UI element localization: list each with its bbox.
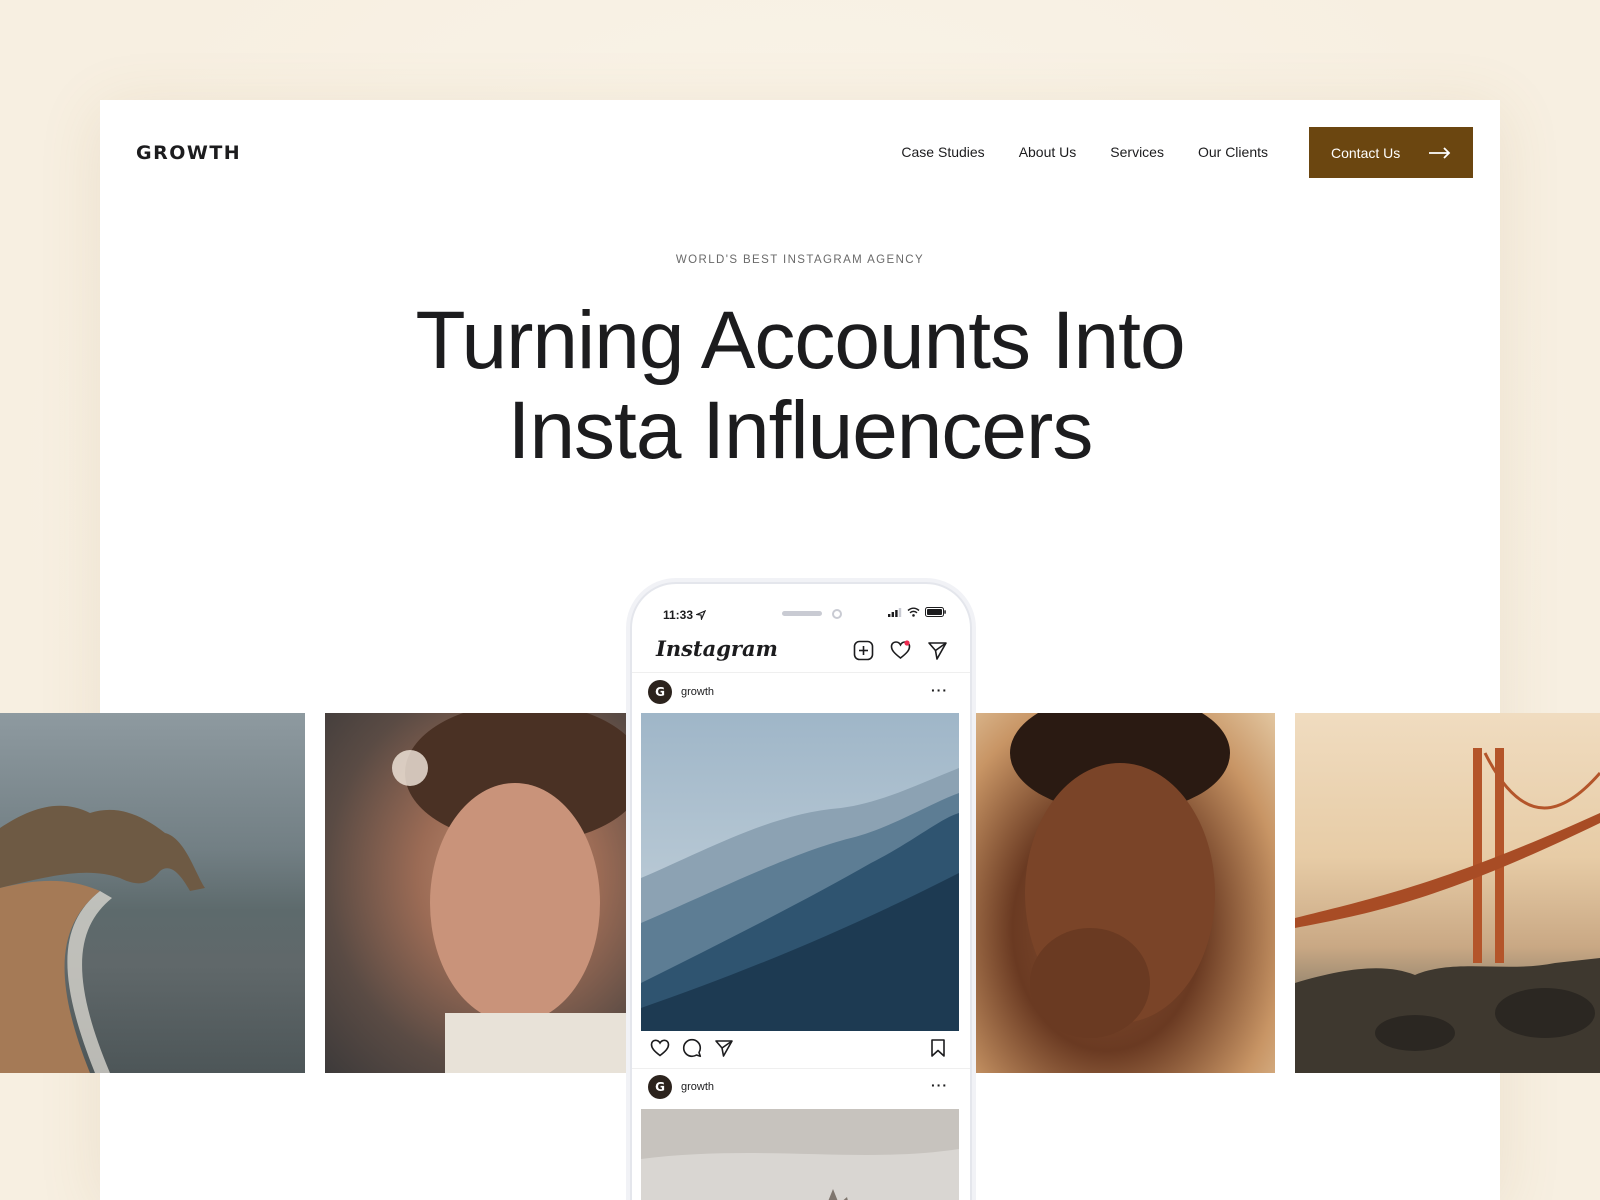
avatar[interactable]: G: [648, 680, 672, 704]
signal-icon: [888, 607, 902, 617]
post-username[interactable]: growth: [681, 686, 714, 698]
camera-dot: [832, 609, 842, 619]
golden-gate-bridge-photo: [1295, 713, 1600, 1073]
arrow-right-icon: [1429, 146, 1451, 159]
nav-about-us[interactable]: About Us: [1019, 144, 1077, 160]
woman-portrait: [970, 713, 1275, 1073]
instagram-logo[interactable]: Instagram: [656, 636, 778, 661]
headline-line-2: Insta Influencers: [507, 385, 1094, 476]
like-heart-icon[interactable]: [650, 1038, 670, 1058]
phone-mockup: 11:33 Instagram G growth ··· G growth ··…: [630, 582, 972, 1200]
post-header[interactable]: G growth: [648, 680, 714, 704]
mountain-post-image[interactable]: [641, 713, 959, 1031]
nav-case-studies[interactable]: Case Studies: [901, 144, 984, 160]
post-username[interactable]: growth: [681, 1081, 714, 1093]
status-icons: [888, 607, 946, 617]
more-options-icon[interactable]: ···: [931, 1077, 948, 1093]
speaker-notch: [782, 611, 822, 616]
comment-icon[interactable]: [682, 1038, 702, 1058]
post-actions: [650, 1038, 734, 1058]
ig-header-actions: [853, 640, 948, 661]
status-time: 11:33: [663, 608, 707, 622]
battery-icon: [925, 607, 946, 617]
beach-arch-photo: [0, 713, 305, 1073]
post-divider: [632, 1068, 970, 1069]
young-man-portrait: [325, 713, 630, 1073]
activity-heart-icon[interactable]: [890, 640, 911, 661]
header-divider: [632, 672, 970, 673]
more-options-icon[interactable]: ···: [931, 682, 948, 698]
hero-headline: Turning Accounts Into Insta Influencers: [100, 296, 1500, 476]
wifi-icon: [907, 607, 920, 617]
headline-line-1: Turning Accounts Into: [415, 295, 1185, 386]
avatar[interactable]: G: [648, 1075, 672, 1099]
direct-message-icon[interactable]: [927, 640, 948, 661]
nav-services[interactable]: Services: [1110, 144, 1164, 160]
contact-us-button[interactable]: Contact Us: [1309, 127, 1473, 178]
contact-us-label: Contact Us: [1331, 144, 1401, 161]
main-nav: Case Studies About Us Services Our Clien…: [901, 144, 1268, 160]
nav-our-clients[interactable]: Our Clients: [1198, 144, 1268, 160]
hero-eyebrow: WORLD'S BEST INSTAGRAM AGENCY: [675, 254, 925, 266]
new-post-icon[interactable]: [853, 640, 874, 661]
rock-post-image[interactable]: [641, 1109, 959, 1200]
share-icon[interactable]: [714, 1038, 734, 1058]
post-header[interactable]: G growth: [648, 1075, 714, 1099]
location-arrow-icon: [695, 609, 707, 622]
growth-logo[interactable]: GROWTH: [136, 142, 241, 164]
bookmark-icon[interactable]: [928, 1038, 948, 1058]
